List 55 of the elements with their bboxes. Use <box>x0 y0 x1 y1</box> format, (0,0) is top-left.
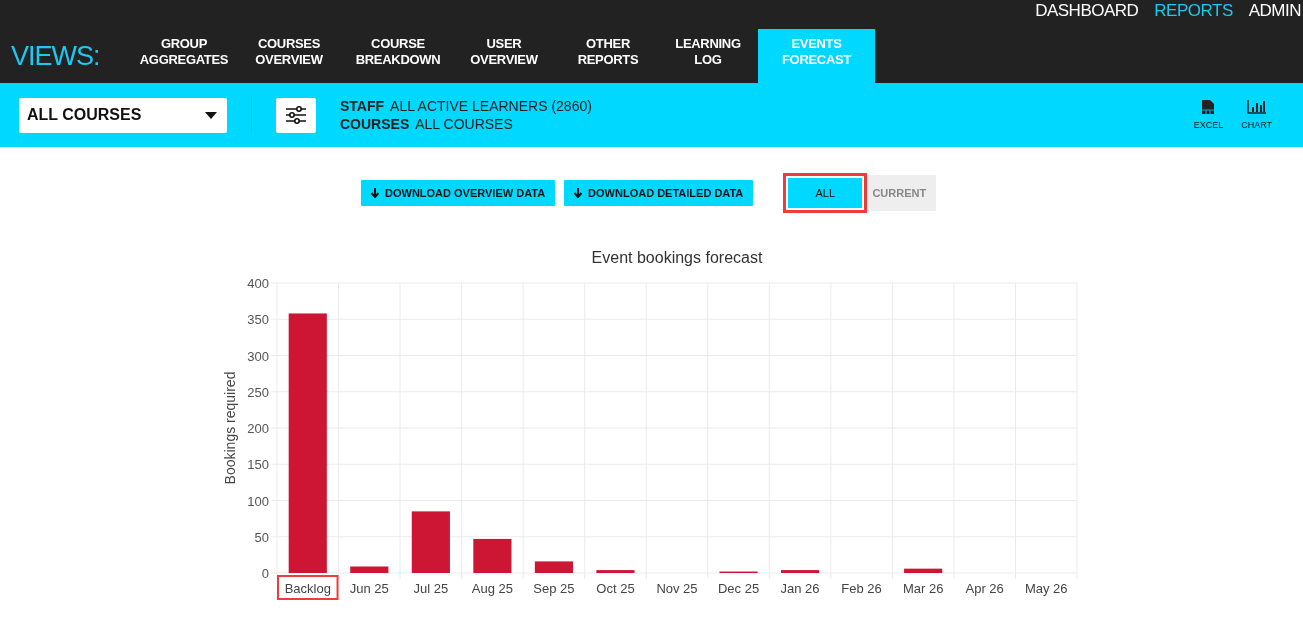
y-axis-label: Bookings required <box>222 371 238 485</box>
x-tick-label: Mar 26 <box>902 581 944 596</box>
x-tick-label: Feb 26 <box>841 581 882 596</box>
nav-link[interactable]: REPORTS <box>1154 1 1233 29</box>
y-tick-label: 350 <box>247 312 269 328</box>
bar <box>534 561 573 573</box>
view-tab[interactable]: LEARNING LOG <box>664 29 752 83</box>
download-button[interactable]: DOWNLOAD DETAILED DATA <box>564 180 754 206</box>
x-tick-label: May 26 <box>1024 581 1068 596</box>
download-button[interactable]: DOWNLOAD OVERVIEW DATA <box>361 180 556 206</box>
caret-icon <box>205 111 217 119</box>
y-tick-label: 100 <box>247 493 269 509</box>
download-arrow-icon <box>574 188 583 198</box>
x-tick-label: Backlog <box>284 581 331 596</box>
bar <box>596 570 635 573</box>
bar-chart-icon <box>1246 100 1267 114</box>
filter-summary: STAFF ALL ACTIVE LEARNERS (2860) <box>340 98 592 114</box>
bar <box>350 566 389 573</box>
x-tick-label: Jan 26 <box>780 581 820 596</box>
x-tick-label: Jul 25 <box>413 581 449 596</box>
y-tick-label: 300 <box>247 348 269 364</box>
bar <box>904 568 943 573</box>
filter-settings-button[interactable] <box>276 97 316 133</box>
export-button[interactable]: EXCEL <box>1193 100 1224 130</box>
view-tab[interactable]: COURSES OVERVIEW <box>238 29 340 83</box>
bar <box>781 570 820 573</box>
y-tick-label: 150 <box>247 457 269 473</box>
x-tick-label: Apr 26 <box>965 581 1004 596</box>
export-button[interactable]: CHART <box>1241 100 1272 130</box>
x-tick-label: Sep 25 <box>533 581 575 596</box>
y-tick-label: 200 <box>247 421 269 436</box>
course-dropdown[interactable]: ALL COURSES <box>19 97 227 133</box>
nav-link[interactable]: DASHBOARD <box>1035 1 1139 29</box>
chart-title: Event bookings forecast <box>591 249 763 266</box>
bar <box>411 511 450 573</box>
x-tick-label: Aug 25 <box>471 581 513 596</box>
view-tab[interactable]: GROUP AGGREGATES <box>130 29 238 83</box>
y-tick-label: 400 <box>247 276 269 291</box>
filter-summary: COURSES ALL COURSES <box>340 116 514 132</box>
bar <box>473 538 512 573</box>
views-label: VIEWS: <box>10 39 101 73</box>
download-arrow-icon <box>371 188 379 198</box>
view-tab[interactable]: OTHER REPORTS <box>552 29 664 83</box>
nav-link[interactable]: ADMIN <box>1248 1 1301 29</box>
y-tick-label: 0 <box>261 566 269 581</box>
x-tick-label: Jun 25 <box>349 581 389 596</box>
x-tick-label: Oct 25 <box>596 581 635 596</box>
x-tick-label: Nov 25 <box>656 581 698 596</box>
x-tick-label: Dec 25 <box>717 581 760 596</box>
sliders-icon <box>286 106 306 124</box>
view-tab[interactable]: USER OVERVIEW <box>456 29 552 83</box>
y-tick-label: 250 <box>247 384 269 400</box>
view-tab[interactable]: COURSE BREAKDOWN <box>340 29 456 83</box>
y-tick-label: 50 <box>254 529 269 545</box>
spreadsheet-icon <box>1202 100 1215 114</box>
